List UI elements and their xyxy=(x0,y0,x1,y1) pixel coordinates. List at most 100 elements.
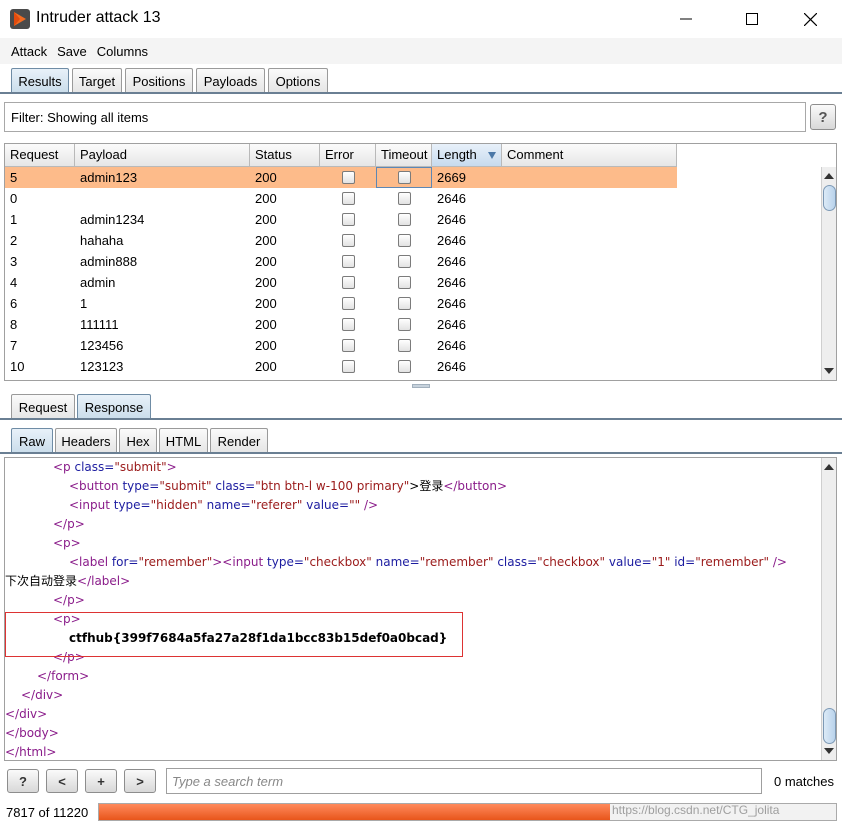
scroll-up-icon[interactable] xyxy=(824,173,834,179)
table-row[interactable]: 8 111111 200 2646 xyxy=(5,314,677,335)
cell-status: 200 xyxy=(255,275,277,290)
cell-status: 200 xyxy=(255,212,277,227)
search-help-button[interactable]: ? xyxy=(7,769,39,793)
request-counter: 7817 of 11220 xyxy=(6,805,89,820)
timeout-checkbox[interactable] xyxy=(398,213,411,226)
minimize-button[interactable] xyxy=(663,0,709,38)
flag-highlight-box xyxy=(5,612,463,657)
code-line: <label for="remember"><input type="check… xyxy=(69,555,787,569)
table-row[interactable]: 4 admin 200 2646 xyxy=(5,272,677,293)
error-checkbox[interactable] xyxy=(342,192,355,205)
sort-desc-icon xyxy=(488,152,496,159)
timeout-checkbox[interactable] xyxy=(398,234,411,247)
col-request[interactable]: Request xyxy=(5,144,75,167)
filter-help-button[interactable]: ? xyxy=(810,104,836,130)
table-row[interactable]: 10 123123 200 2646 xyxy=(5,356,677,377)
error-checkbox[interactable] xyxy=(342,360,355,373)
menu-attack[interactable]: Attack xyxy=(6,44,52,59)
cell-length: 2646 xyxy=(437,191,466,206)
search-add-button[interactable]: + xyxy=(85,769,117,793)
search-bar: ? < + > 0 matches xyxy=(0,764,842,798)
error-checkbox[interactable] xyxy=(342,297,355,310)
timeout-checkbox[interactable] xyxy=(398,276,411,289)
table-row[interactable]: 0 200 2646 xyxy=(5,188,677,209)
cell-status: 200 xyxy=(255,170,277,185)
cell-payload: hahaha xyxy=(80,233,124,248)
cell-request: 10 xyxy=(10,359,25,374)
tab-payloads[interactable]: Payloads xyxy=(196,68,265,94)
scroll-up-icon[interactable] xyxy=(824,464,834,470)
filter-bar[interactable]: Filter: Showing all items xyxy=(4,102,806,132)
tab-response[interactable]: Response xyxy=(77,394,151,420)
tab-results[interactable]: Results xyxy=(11,68,69,94)
timeout-checkbox[interactable] xyxy=(398,255,411,268)
response-editor[interactable]: <p class="submit"> <button type="submit"… xyxy=(4,457,837,761)
pane-splitter[interactable] xyxy=(412,384,430,388)
col-status[interactable]: Status xyxy=(250,144,320,167)
cell-request: 6 xyxy=(10,296,18,311)
error-checkbox[interactable] xyxy=(342,171,355,184)
cell-status: 200 xyxy=(255,338,277,353)
col-comment[interactable]: Comment xyxy=(502,144,677,167)
menu-bar: Attack Save Columns xyxy=(0,38,842,64)
tab-html[interactable]: HTML xyxy=(159,428,208,454)
editor-scrollbar[interactable] xyxy=(821,458,836,760)
cell-length: 2646 xyxy=(437,317,466,332)
search-prev-button[interactable]: < xyxy=(46,769,78,793)
search-input[interactable] xyxy=(166,768,762,794)
tab-positions[interactable]: Positions xyxy=(125,68,193,94)
tab-raw[interactable]: Raw xyxy=(11,428,53,454)
tab-render[interactable]: Render xyxy=(210,428,268,454)
menu-save[interactable]: Save xyxy=(52,44,92,59)
timeout-checkbox[interactable] xyxy=(398,318,411,331)
code-line: <p class="submit"> xyxy=(53,460,177,474)
close-button[interactable] xyxy=(787,0,833,38)
error-checkbox[interactable] xyxy=(342,234,355,247)
tab-headers[interactable]: Headers xyxy=(55,428,117,454)
maximize-icon xyxy=(746,13,758,25)
scroll-thumb[interactable] xyxy=(823,708,836,744)
scroll-thumb[interactable] xyxy=(823,185,836,211)
table-row[interactable]: 7 123456 200 2646 xyxy=(5,335,677,356)
search-next-button[interactable]: > xyxy=(124,769,156,793)
error-checkbox[interactable] xyxy=(342,339,355,352)
maximize-button[interactable] xyxy=(729,0,775,38)
tab-request[interactable]: Request xyxy=(11,394,75,420)
cell-payload: 123123 xyxy=(80,359,124,374)
timeout-checkbox[interactable] xyxy=(398,360,411,373)
timeout-checkbox[interactable] xyxy=(398,192,411,205)
message-tabs: Request Response xyxy=(0,390,842,420)
cell-status: 200 xyxy=(255,191,277,206)
cell-payload xyxy=(75,188,80,209)
table-scrollbar[interactable] xyxy=(821,167,836,380)
menu-columns[interactable]: Columns xyxy=(92,44,153,59)
cell-length: 2646 xyxy=(437,275,466,290)
title-bar: Intruder attack 13 xyxy=(0,0,842,38)
cell-length: 2646 xyxy=(437,338,466,353)
table-row[interactable]: 2 hahaha 200 2646 xyxy=(5,230,677,251)
col-payload[interactable]: Payload xyxy=(75,144,250,167)
table-row[interactable]: 5 admin123 200 2669 xyxy=(5,167,677,188)
timeout-checkbox[interactable] xyxy=(398,339,411,352)
scroll-down-icon[interactable] xyxy=(824,368,834,374)
tab-target[interactable]: Target xyxy=(72,68,122,94)
col-error[interactable]: Error xyxy=(320,144,376,167)
table-row[interactable]: 1 admin1234 200 2646 xyxy=(5,209,677,230)
table-row[interactable]: 6 1 200 2646 xyxy=(5,293,677,314)
error-checkbox[interactable] xyxy=(342,318,355,331)
tab-hex[interactable]: Hex xyxy=(119,428,157,454)
cell-request: 0 xyxy=(10,191,18,206)
error-checkbox[interactable] xyxy=(342,255,355,268)
timeout-checkbox[interactable] xyxy=(398,297,411,310)
col-timeout[interactable]: Timeout xyxy=(376,144,432,167)
error-checkbox[interactable] xyxy=(342,213,355,226)
timeout-checkbox[interactable] xyxy=(398,171,411,184)
burp-app-icon xyxy=(10,9,30,29)
col-length[interactable]: Length xyxy=(432,144,502,167)
error-checkbox[interactable] xyxy=(342,276,355,289)
tab-options[interactable]: Options xyxy=(268,68,328,94)
close-icon xyxy=(803,12,817,26)
table-row[interactable]: 3 admin888 200 2646 xyxy=(5,251,677,272)
scroll-down-icon[interactable] xyxy=(824,748,834,754)
cell-request: 5 xyxy=(10,170,18,185)
